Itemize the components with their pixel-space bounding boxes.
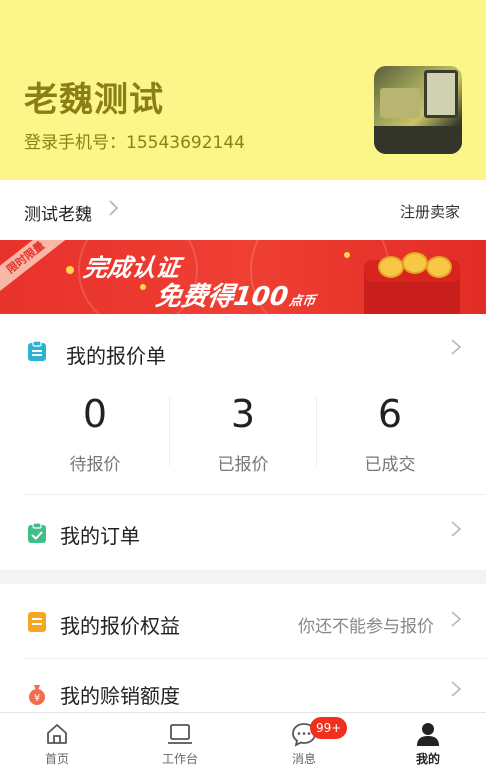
clipboard-icon xyxy=(26,340,48,362)
benefits-row[interactable]: 我的报价权益 你还不能参与报价 xyxy=(0,584,486,658)
quote-list-title: 我的报价单 xyxy=(66,344,166,368)
chevron-right-icon xyxy=(450,336,462,364)
limited-time-ribbon: 限时限量 xyxy=(0,240,70,296)
stat-label: 待报价 xyxy=(69,455,121,475)
benefits-title: 我的报价权益 xyxy=(60,614,180,638)
section-gap xyxy=(0,570,486,584)
person-icon xyxy=(417,723,439,746)
bookmark-icon xyxy=(26,611,48,633)
stat-quoted[interactable]: 3 已报价 xyxy=(168,392,318,475)
stat-value: 3 xyxy=(230,392,256,436)
chevron-right-icon xyxy=(450,518,462,546)
stat-value: 6 xyxy=(377,392,403,436)
credit-title: 我的赊销额度 xyxy=(60,684,180,708)
quote-card: 我的报价单 0 待报价 3 已报价 6 已成交 我的订单 xyxy=(0,314,486,570)
benefit-card: 我的报价权益 你还不能参与报价 ¥ 我的赊销额度 xyxy=(0,584,486,714)
tab-label: 消息 xyxy=(291,752,316,766)
tab-workbench[interactable]: 工作台 xyxy=(140,713,220,776)
orders-title: 我的订单 xyxy=(60,524,140,548)
profile-header: 老魏测试 登录手机号：15543692144 xyxy=(0,0,486,180)
orders-row[interactable]: 我的订单 xyxy=(0,496,486,570)
divider xyxy=(24,494,486,495)
chevron-right-icon xyxy=(108,198,120,223)
coin-icon xyxy=(426,256,452,278)
phone-number: 15543692144 xyxy=(126,133,245,153)
coin-icon xyxy=(402,252,428,274)
unread-badge: 99+ xyxy=(310,717,348,739)
laptop-icon xyxy=(168,724,192,744)
tab-home[interactable]: 首页 xyxy=(17,713,97,776)
benefits-note: 你还不能参与报价 xyxy=(298,617,434,637)
stat-value: 0 xyxy=(82,392,108,436)
chevron-right-icon xyxy=(450,608,462,636)
divider xyxy=(24,658,486,659)
user-name: 老魏测试 xyxy=(24,80,164,120)
order-check-icon xyxy=(26,522,48,544)
banner-dot xyxy=(140,284,146,290)
tab-mine[interactable]: 我的 xyxy=(388,713,468,776)
register-seller-link[interactable]: 注册卖家 xyxy=(400,201,460,222)
banner-subheadline-text: 免费得100 xyxy=(153,282,291,312)
phone-line: 登录手机号：15543692144 xyxy=(24,128,245,153)
store-name[interactable]: 测试老魏 xyxy=(24,200,92,225)
phone-label: 登录手机号： xyxy=(24,133,126,153)
tab-label: 首页 xyxy=(44,752,69,766)
profile-page: 老魏测试 登录手机号：15543692144 测试老魏 注册卖家 限时限量 完成… xyxy=(0,0,486,776)
svg-text:¥: ¥ xyxy=(34,693,40,704)
stat-label: 已报价 xyxy=(217,455,269,475)
avatar-photo-box xyxy=(380,88,420,118)
stat-label: 已成交 xyxy=(364,455,416,475)
stat-deal[interactable]: 6 已成交 xyxy=(315,392,465,475)
avatar-photo-monitor xyxy=(424,70,458,118)
avatar[interactable] xyxy=(374,66,462,154)
promo-banner[interactable]: 限时限量 完成认证 免费得100点币 xyxy=(0,240,486,314)
chevron-right-icon xyxy=(450,678,462,706)
money-bag-icon: ¥ xyxy=(26,683,48,705)
banner-dot xyxy=(344,252,350,258)
quote-list-row[interactable]: 我的报价单 xyxy=(0,314,486,388)
store-row[interactable]: 测试老魏 注册卖家 xyxy=(0,180,486,240)
tab-messages[interactable]: 消息 99+ xyxy=(264,713,348,776)
stat-pending[interactable]: 0 待报价 xyxy=(20,392,170,475)
coin-icon xyxy=(378,256,404,278)
banner-unit: 点币 xyxy=(288,294,317,309)
tab-label: 工作台 xyxy=(161,752,198,766)
banner-subheadline: 免费得100点币 xyxy=(153,276,318,313)
avatar-photo-desk xyxy=(374,126,462,154)
tab-label: 我的 xyxy=(415,752,440,766)
home-icon xyxy=(47,724,67,744)
bottom-tab-bar: 首页 工作台 消息 99+ 我的 xyxy=(0,712,486,776)
banner-dot xyxy=(66,266,74,274)
